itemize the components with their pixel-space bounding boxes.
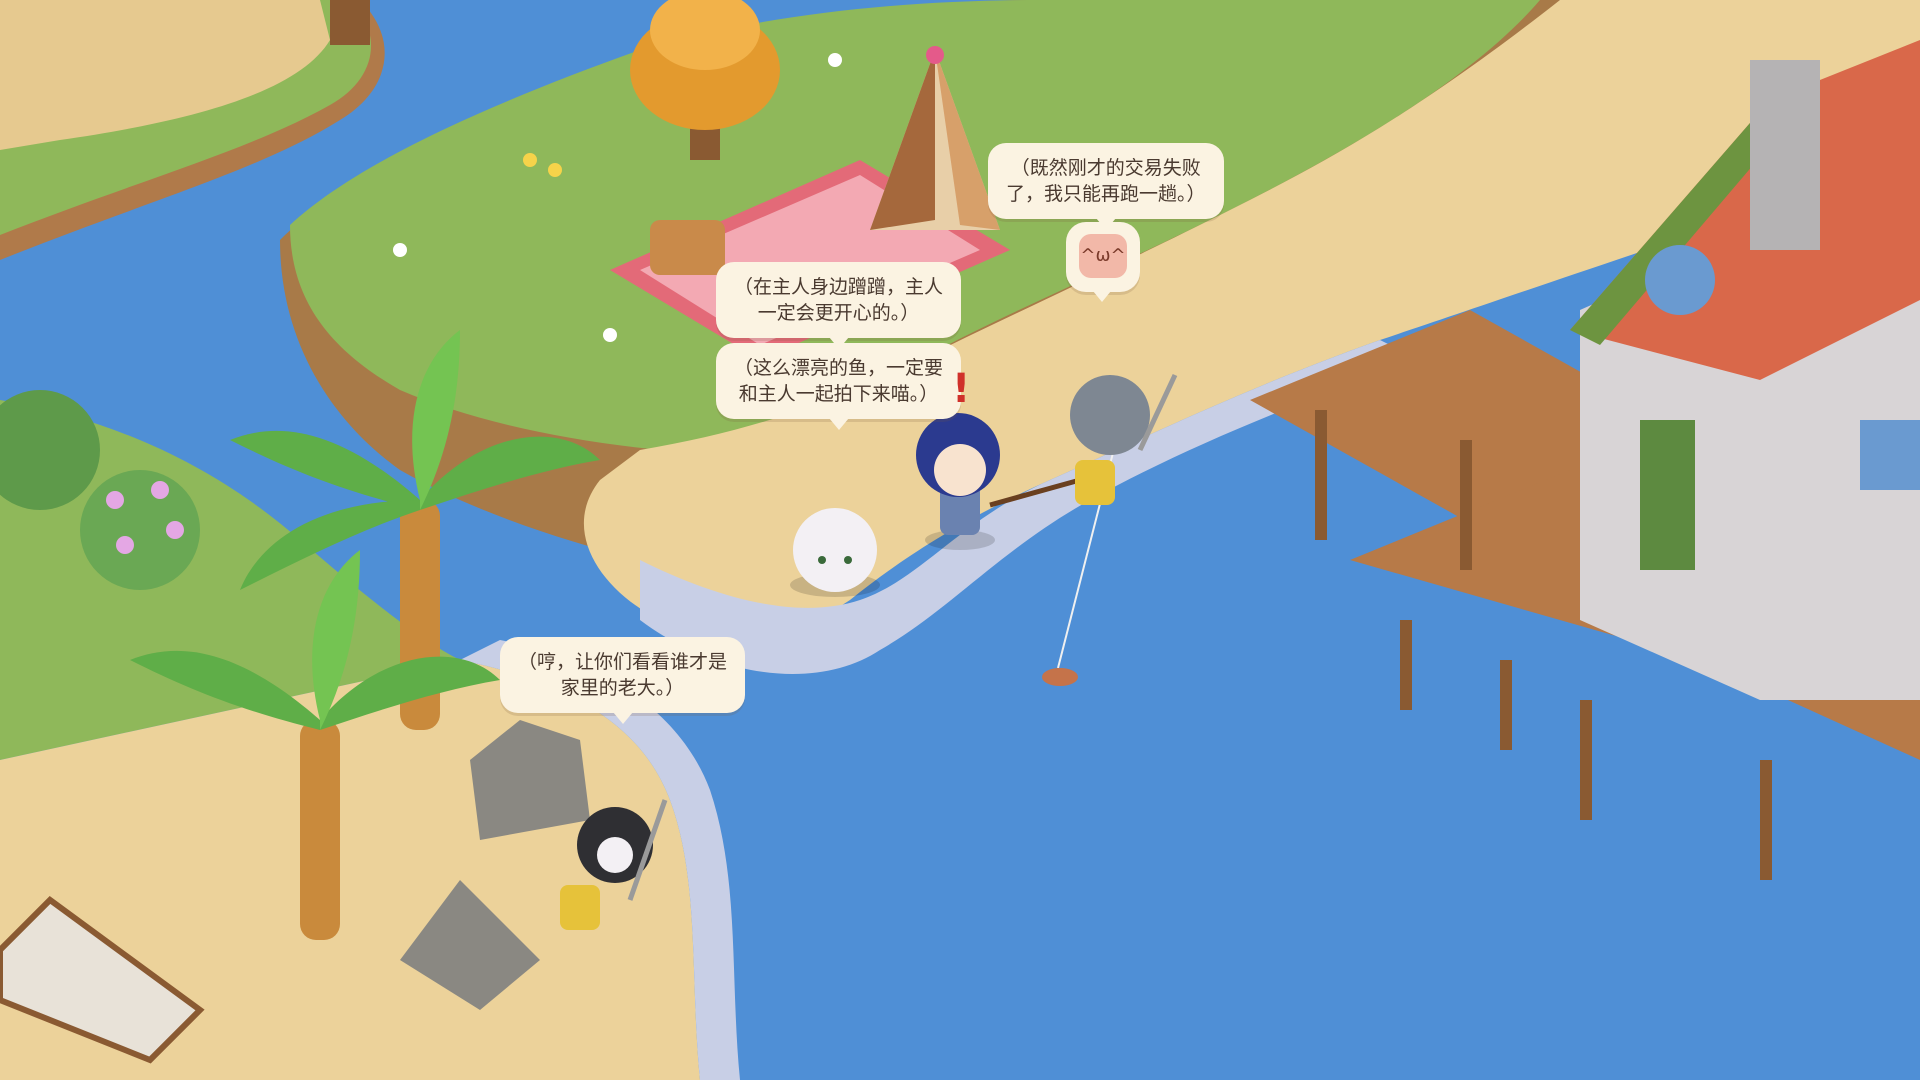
bubble-line: 一定会更开心的。） xyxy=(757,302,920,324)
bubble-line: （在主人身边蹭蹭，主人 xyxy=(734,276,944,298)
bubble-line: 和主人一起拍下来喵。） xyxy=(738,383,939,405)
bubble-line: 家里的老大。） xyxy=(560,677,685,699)
tuxedo-cat-thought-bubble: （哼，让你们看看谁才是 家里的老大。） xyxy=(500,637,746,724)
bubble-line: （哼，让你们看看谁才是 xyxy=(518,651,728,673)
cat-thought-bubble: （在主人身边蹭蹭，主人 一定会更开心的。） xyxy=(716,262,962,349)
house-round-window xyxy=(1645,245,1715,315)
alert-exclamation-icon: ! xyxy=(952,366,971,412)
house-window xyxy=(1860,420,1920,490)
hooked-fish xyxy=(1042,668,1078,686)
game-scene: （在主人身边蹭蹭，主人 一定会更开心的。） （这么漂亮的鱼，一定要 和主人一起拍… xyxy=(0,0,1920,1080)
chimney xyxy=(1750,60,1820,250)
house-door xyxy=(1640,420,1695,570)
emote-bubble: ^ω^ xyxy=(1066,222,1140,302)
happy-cat-face-icon: ^ω^ xyxy=(1079,234,1127,278)
player-thought-bubble: （这么漂亮的鱼，一定要 和主人一起拍下来喵。） xyxy=(716,343,962,430)
fish-bucket xyxy=(560,885,600,930)
fish-bucket xyxy=(1075,460,1115,505)
tree-stump xyxy=(330,0,370,45)
world-map xyxy=(0,0,1920,1080)
gray-cat-thought-bubble: （既然刚才的交易失败 了，我只能再跑一趟。） xyxy=(988,143,1224,230)
bubble-line: 了，我只能再跑一趟。） xyxy=(1006,183,1206,205)
picnic-basket xyxy=(650,220,725,275)
bubble-line: （既然刚才的交易失败 xyxy=(1010,157,1201,179)
bubble-line: （这么漂亮的鱼，一定要 xyxy=(734,357,944,379)
